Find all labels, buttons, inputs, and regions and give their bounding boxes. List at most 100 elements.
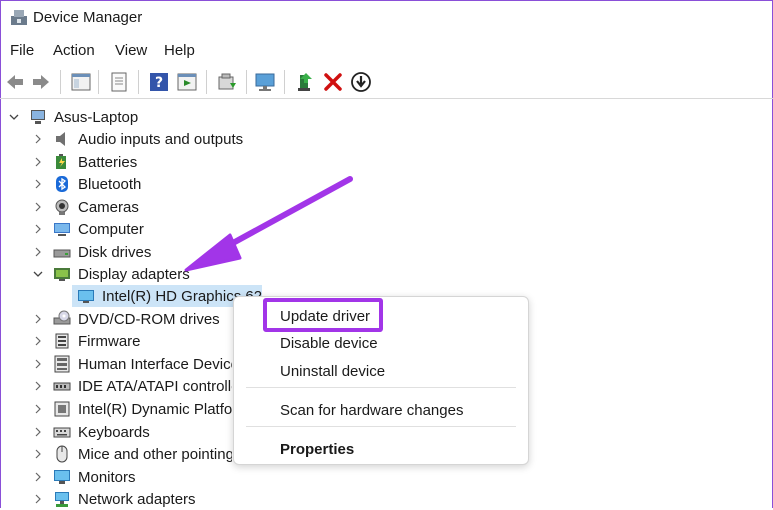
tree-item-label: Audio inputs and outputs [78, 131, 244, 148]
chevron-right-icon[interactable] [33, 472, 43, 482]
update-driver-highlight [263, 298, 383, 332]
tree-item-label: Cameras [78, 199, 139, 216]
tree-item-mice[interactable]: Mice and other pointing devices [0, 443, 232, 465]
chevron-right-icon[interactable] [33, 449, 43, 459]
toolbar-separator [246, 70, 247, 94]
display-adapter-icon [54, 268, 70, 281]
menu-item-scan[interactable]: Scan for hardware changes [280, 402, 463, 419]
menu-action[interactable]: Action [53, 42, 95, 59]
speaker-icon [56, 132, 65, 146]
chevron-right-icon[interactable] [33, 179, 43, 189]
menu-bar: File Action View Help [0, 40, 773, 64]
chevron-right-icon[interactable] [33, 404, 43, 414]
tree-item-label: Intel(R) Dynamic Platform and Thermal Fr… [78, 401, 232, 418]
tree-item-hid[interactable]: Human Interface Devices [0, 353, 232, 375]
mouse-icon [56, 445, 68, 463]
tree-item-intel-hd-graphics[interactable]: Intel(R) HD Graphics 620 [0, 285, 262, 307]
disk-drive-icon [53, 249, 71, 258]
tree-item-label: IDE ATA/ATAPI controllers [78, 378, 232, 395]
tree-item-firmware[interactable]: Firmware [0, 330, 232, 352]
tree-root[interactable]: Asus-Laptop [0, 106, 300, 128]
hid-icon [54, 355, 70, 373]
update-driver-icon[interactable] [294, 71, 316, 93]
toolbar-separator [284, 70, 285, 94]
network-icon [55, 492, 69, 507]
tree-item-label: Bluetooth [78, 176, 142, 193]
tree-item-computer[interactable]: Computer [0, 218, 300, 240]
tree-item-keyboards[interactable]: Keyboards [0, 421, 232, 443]
tree-item-label: Computer [78, 221, 144, 238]
toolbar-separator [206, 70, 207, 94]
menu-item-uninstall-device[interactable]: Uninstall device [280, 363, 385, 380]
properties-view-icon[interactable] [70, 71, 92, 93]
tree-item-label: Firmware [78, 333, 141, 350]
uninstall-icon[interactable] [322, 71, 344, 93]
tree-item-disk-drives[interactable]: Disk drives [0, 241, 300, 263]
menu-item-properties[interactable]: Properties [280, 441, 354, 458]
toolbar-separator [138, 70, 139, 94]
chevron-right-icon[interactable] [33, 157, 43, 167]
chevron-right-icon[interactable] [33, 359, 43, 369]
camera-icon [55, 199, 69, 215]
chevron-right-icon[interactable] [33, 336, 43, 346]
monitor-icon [54, 470, 70, 484]
tree-item-monitors[interactable]: Monitors [0, 466, 300, 488]
tree-root-label: Asus-Laptop [54, 109, 139, 126]
chevron-right-icon[interactable] [33, 134, 43, 144]
chevron-right-icon[interactable] [33, 247, 43, 257]
keyboard-icon [53, 427, 71, 438]
menu-item-disable-device[interactable]: Disable device [280, 335, 378, 352]
tree-item-batteries[interactable]: Batteries [0, 151, 300, 173]
menu-help[interactable]: Help [164, 42, 195, 59]
tree-item-intel-dptf[interactable]: Intel(R) Dynamic Platform and Thermal Fr… [0, 398, 232, 420]
tree-item-label: DVD/CD-ROM drives [78, 311, 220, 328]
download-icon[interactable] [350, 71, 372, 93]
title-bar: Device Manager [0, 0, 773, 36]
tree-item-label: Mice and other pointing devices [78, 446, 232, 463]
computer-icon [54, 223, 70, 236]
battery-icon [56, 154, 66, 169]
document-icon[interactable] [108, 71, 130, 93]
chevron-right-icon[interactable] [33, 494, 43, 504]
device-manager-icon [11, 10, 27, 25]
tree-item-network[interactable]: Network adapters [0, 488, 300, 510]
tree-item-label: Keyboards [78, 424, 150, 441]
monitor-icon[interactable] [254, 71, 276, 93]
bluetooth-icon [56, 176, 68, 192]
menu-separator [246, 426, 516, 427]
toolbar: ? [0, 66, 773, 99]
tree-item-bluetooth[interactable]: Bluetooth [0, 173, 300, 195]
svg-text:?: ? [155, 75, 163, 91]
back-icon[interactable] [4, 71, 26, 93]
toolbar-separator [60, 70, 61, 94]
menu-file[interactable]: File [10, 42, 34, 59]
computer-icon [31, 110, 45, 124]
menu-view[interactable]: View [115, 42, 147, 59]
tree-item-audio[interactable]: Audio inputs and outputs [0, 128, 300, 150]
toolbar-separator [98, 70, 99, 94]
help-icon[interactable]: ? [148, 71, 170, 93]
menu-separator [246, 387, 516, 388]
tree-item-cameras[interactable]: Cameras [0, 196, 300, 218]
tree-item-label: Batteries [78, 154, 138, 171]
scan-hardware-icon[interactable] [216, 71, 238, 93]
chevron-right-icon[interactable] [33, 224, 43, 234]
tree-item-label: Human Interface Devices [78, 356, 232, 373]
chevron-right-icon[interactable] [33, 314, 43, 324]
tree-item-dvd[interactable]: DVD/CD-ROM drives [0, 308, 232, 330]
tree-item-label: Network adapters [78, 491, 196, 508]
chevron-right-icon[interactable] [33, 427, 43, 437]
window-title: Device Manager [33, 9, 143, 26]
chevron-down-icon[interactable] [33, 269, 43, 279]
chip-icon [54, 401, 70, 417]
tree-item-ide[interactable]: IDE ATA/ATAPI controllers [0, 375, 232, 397]
run-view-icon[interactable] [176, 71, 198, 93]
monitor-icon [78, 290, 94, 303]
chevron-right-icon[interactable] [33, 381, 43, 391]
chevron-down-icon[interactable] [9, 112, 19, 122]
ide-icon [53, 382, 71, 391]
tree-item-label: Monitors [78, 469, 136, 486]
tree-item-display-adapters[interactable]: Display adapters [0, 263, 300, 285]
forward-icon[interactable] [30, 71, 52, 93]
chevron-right-icon[interactable] [33, 202, 43, 212]
